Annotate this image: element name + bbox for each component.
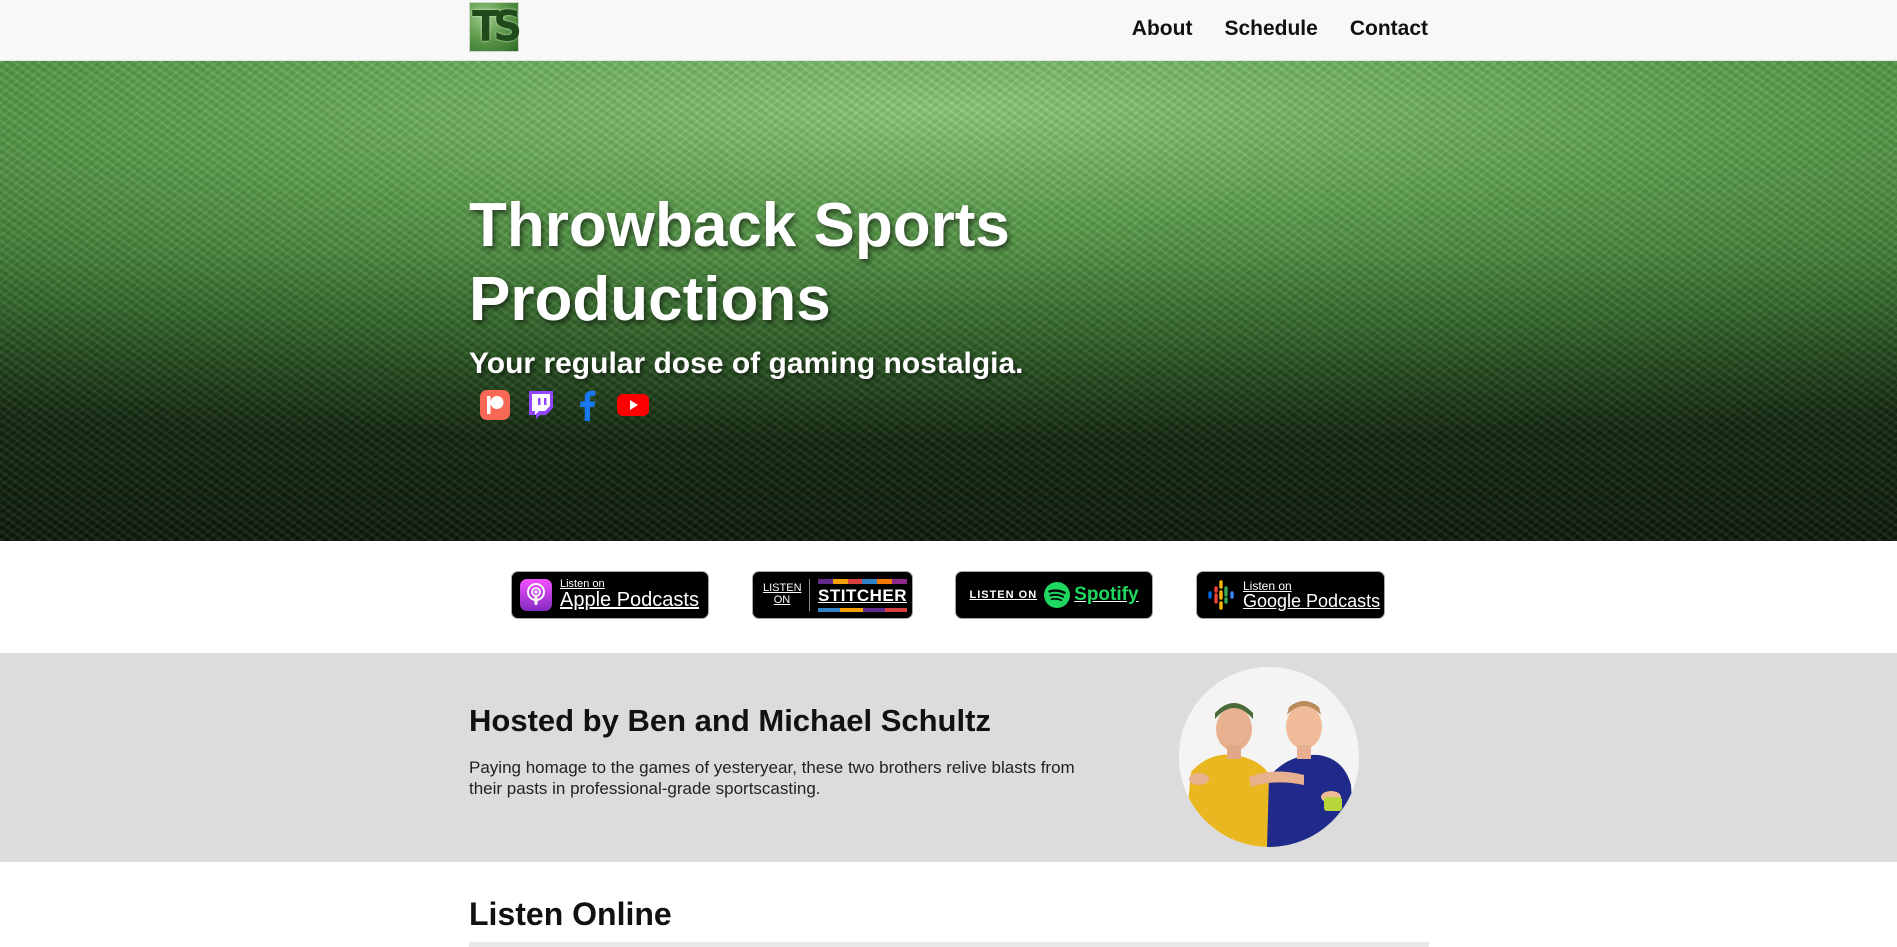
nav-link-about[interactable]: About: [1132, 17, 1193, 41]
twitch-icon[interactable]: [525, 389, 557, 421]
apple-podcasts-badge[interactable]: Listen on Apple Podcasts: [511, 571, 709, 619]
spotify-icon: [1044, 582, 1071, 608]
podcast-badges: Listen on Apple Podcasts LISTEN ON STITC…: [0, 541, 1897, 653]
main-nav: About Schedule Contact: [1132, 17, 1428, 41]
navbar: TS About Schedule Contact: [0, 0, 1897, 61]
apple-podcasts-icon: [520, 579, 552, 611]
facebook-icon[interactable]: [571, 389, 603, 421]
spotify-badge-big: Spotify: [1074, 584, 1139, 605]
stitcher-badge[interactable]: LISTEN ON STITCHER: [752, 571, 913, 619]
youtube-icon[interactable]: [617, 389, 649, 421]
stitcher-color-bars: [818, 578, 907, 584]
logo-text: TS: [471, 2, 522, 52]
stitcher-badge-big: STITCHER: [818, 585, 907, 605]
hero-title: Throwback Sports Productions: [469, 191, 1010, 335]
social-links: [479, 389, 649, 421]
hero-banner: Throwback Sports Productions Your regula…: [0, 61, 1897, 541]
hosts-title: Hosted by Ben and Michael Schultz: [469, 703, 991, 738]
hosts-photo: [1179, 667, 1359, 847]
apple-badge-big: Apple Podcasts: [560, 589, 699, 611]
hero-subtitle: Your regular dose of gaming nostalgia.: [469, 347, 1024, 380]
nav-link-schedule[interactable]: Schedule: [1224, 17, 1317, 41]
google-badge-big: Google Podcasts: [1243, 590, 1381, 611]
spotify-badge[interactable]: LISTEN ON Spotify: [955, 571, 1153, 619]
nav-link-contact[interactable]: Contact: [1350, 17, 1428, 41]
hosts-description: Paying homage to the games of yesteryear…: [469, 758, 1075, 799]
google-badge-small: Listen on: [1243, 578, 1292, 593]
hosts-section: Hosted by Ben and Michael Schultz Paying…: [0, 653, 1897, 862]
listen-online-divider: [469, 942, 1429, 947]
google-podcasts-icon: [1208, 580, 1234, 610]
patreon-icon[interactable]: [479, 389, 511, 421]
listen-online-title: Listen Online: [469, 896, 672, 932]
google-podcasts-badge[interactable]: Listen on Google Podcasts: [1196, 571, 1385, 619]
site-logo[interactable]: TS: [469, 2, 522, 52]
spotify-badge-small: LISTEN ON: [969, 589, 1038, 601]
stitcher-badge-small-2: ON: [773, 594, 791, 606]
